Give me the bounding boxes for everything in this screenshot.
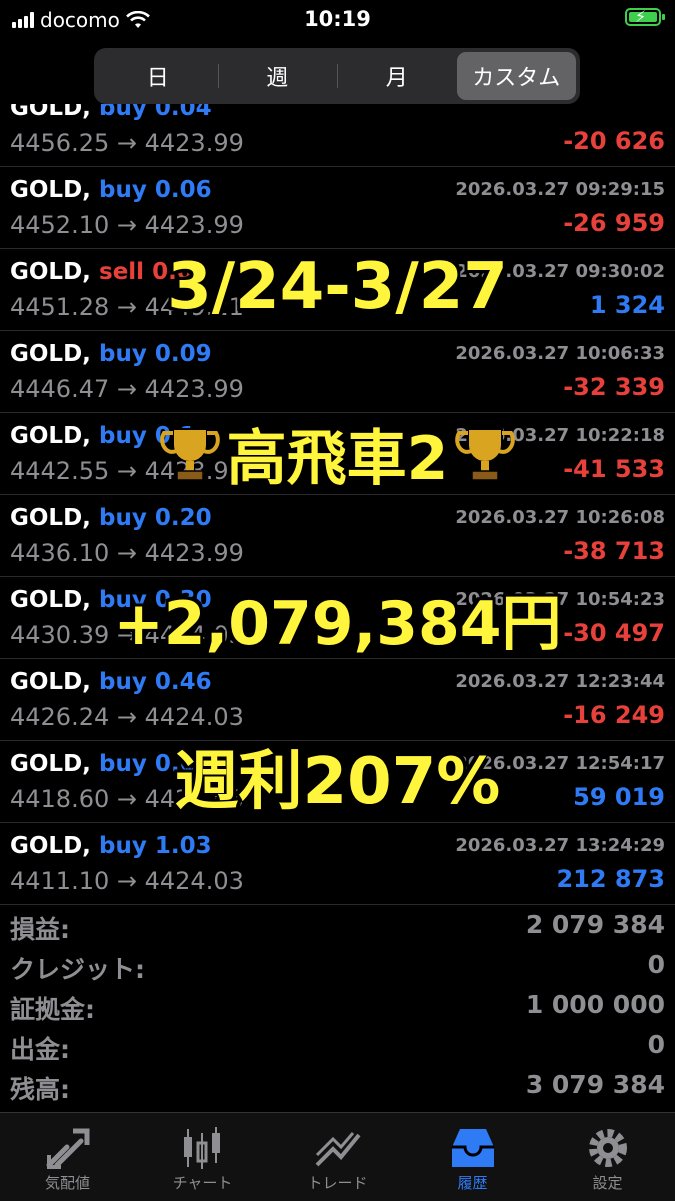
- deal-row[interactable]: GOLD, buy 0.06 2026.03.27 09:29:15 4452.…: [0, 167, 675, 249]
- summary-value: 3 079 384: [525, 1070, 665, 1099]
- deal-date: 2026.03.27 09:29:15: [455, 179, 665, 200]
- segment-week[interactable]: 週: [217, 52, 338, 100]
- deal-prices: 4411.10 → 4424.03: [10, 867, 244, 895]
- summary-row: 出金: 0: [0, 1026, 675, 1066]
- summary-label: クレジット:: [10, 955, 145, 984]
- tab-trade[interactable]: トレード: [270, 1113, 405, 1201]
- chart-icon: [183, 1127, 220, 1169]
- deal-side: buy 0.06: [99, 177, 212, 203]
- tab-chart[interactable]: チャート: [135, 1113, 270, 1201]
- deal-date: 2026.03.27 10:06:33: [455, 343, 665, 364]
- deal-side: buy 0.20: [99, 505, 212, 531]
- summary-value: 2 079 384: [525, 910, 665, 939]
- deal-symbol: GOLD,: [10, 341, 91, 367]
- deal-side: buy 1.03: [99, 833, 212, 859]
- account-summary: 損益: 2 079 384 クレジット: 0 証拠金: 1 000 000 出金: 0 …: [0, 906, 675, 1106]
- summary-row: 損益: 2 079 384: [0, 906, 675, 946]
- settings-icon: [588, 1129, 627, 1167]
- deal-side: buy 0.46: [99, 669, 212, 695]
- deal-side: buy 0.09: [99, 341, 212, 367]
- deal-prices: 4456.25 → 4423.99: [10, 129, 244, 157]
- overlay-title: 高飛車2: [226, 424, 449, 494]
- tab-settings[interactable]: 設定: [540, 1113, 675, 1201]
- status-bar: docomo 10:19 ⚡: [0, 0, 675, 40]
- summary-label: 証拠金:: [10, 995, 95, 1024]
- clock: 10:19: [304, 7, 371, 31]
- period-selector: 日 週 月 カスタム: [94, 48, 580, 104]
- deal-symbol: GOLD,: [10, 833, 91, 859]
- deal-profit: -16 249: [563, 701, 665, 729]
- overlay-title-wrap: 高飛車2: [0, 410, 675, 497]
- tab-label: 設定: [592, 1174, 623, 1192]
- trophy-icon: [159, 427, 220, 481]
- deal-profit: -20 626: [563, 127, 665, 155]
- summary-row: クレジット: 0: [0, 946, 675, 986]
- deal-row[interactable]: GOLD, buy 0.20 2026.03.27 10:26:08 4436.…: [0, 495, 675, 577]
- summary-value: 0: [647, 950, 665, 979]
- summary-row: 残高: 3 079 384: [0, 1066, 675, 1106]
- deal-date: 2026.03.27 10:26:08: [455, 507, 665, 528]
- summary-row: 証拠金: 1 000 000: [0, 986, 675, 1026]
- summary-label: 出金:: [10, 1035, 70, 1064]
- deal-prices: 4436.10 → 4423.99: [10, 539, 244, 567]
- overlay-weekly: 週利207%: [174, 745, 501, 819]
- overlay-profit: +2,079,384円: [113, 589, 562, 659]
- deal-side: buy 0.04: [99, 104, 212, 121]
- deal-symbol: GOLD,: [10, 104, 91, 121]
- deal-profit: 212 873: [556, 865, 665, 893]
- deal-row[interactable]: GOLD, buy 0.04 4456.25 → 4423.99 -20 626: [0, 104, 675, 167]
- deal-row[interactable]: GOLD, buy 0.46 2026.03.27 12:23:44 4426.…: [0, 659, 675, 741]
- deal-date: 2026.03.27 13:24:29: [455, 835, 665, 856]
- segment-custom[interactable]: カスタム: [456, 52, 576, 100]
- deal-prices: 4426.24 → 4424.03: [10, 703, 244, 731]
- deal-row[interactable]: GOLD, buy 0.09 2026.03.27 10:06:33 4446.…: [0, 331, 675, 413]
- tab-label: トレード: [307, 1174, 368, 1192]
- deal-symbol: GOLD,: [10, 177, 91, 203]
- quotes-icon: [46, 1128, 89, 1169]
- tab-bar: 気配値 チャート トレード 履歴 設定: [0, 1112, 675, 1201]
- trophy-icon: [455, 427, 516, 481]
- segment-month[interactable]: 月: [337, 52, 457, 100]
- tab-quotes[interactable]: 気配値: [0, 1113, 135, 1201]
- battery-icon: ⚡: [625, 7, 665, 26]
- summary-value: 0: [647, 1030, 665, 1059]
- deal-date: 2026.03.27 12:23:44: [455, 671, 665, 692]
- deal-profit: -26 959: [563, 209, 665, 237]
- tab-label: 履歴: [457, 1174, 488, 1192]
- overlay-date-range: 3/24-3/27: [167, 250, 508, 324]
- history-icon: [451, 1129, 494, 1167]
- deal-symbol: GOLD,: [10, 505, 91, 531]
- tab-history[interactable]: 履歴: [405, 1113, 540, 1201]
- tab-label: 気配値: [44, 1174, 90, 1192]
- tab-label: チャート: [172, 1174, 233, 1192]
- deal-row[interactable]: GOLD, buy 1.03 2026.03.27 13:24:29 4411.…: [0, 823, 675, 905]
- deal-profit: -32 339: [563, 373, 665, 401]
- segment-day[interactable]: 日: [98, 52, 218, 100]
- summary-label: 残高:: [10, 1075, 70, 1104]
- deal-prices: 4452.10 → 4423.99: [10, 211, 244, 239]
- summary-label: 損益:: [10, 915, 70, 944]
- summary-value: 1 000 000: [525, 990, 665, 1019]
- deal-prices: 4446.47 → 4423.99: [10, 375, 244, 403]
- deal-symbol: GOLD,: [10, 669, 91, 695]
- trade-icon: [315, 1132, 361, 1167]
- deal-profit: -38 713: [563, 537, 665, 565]
